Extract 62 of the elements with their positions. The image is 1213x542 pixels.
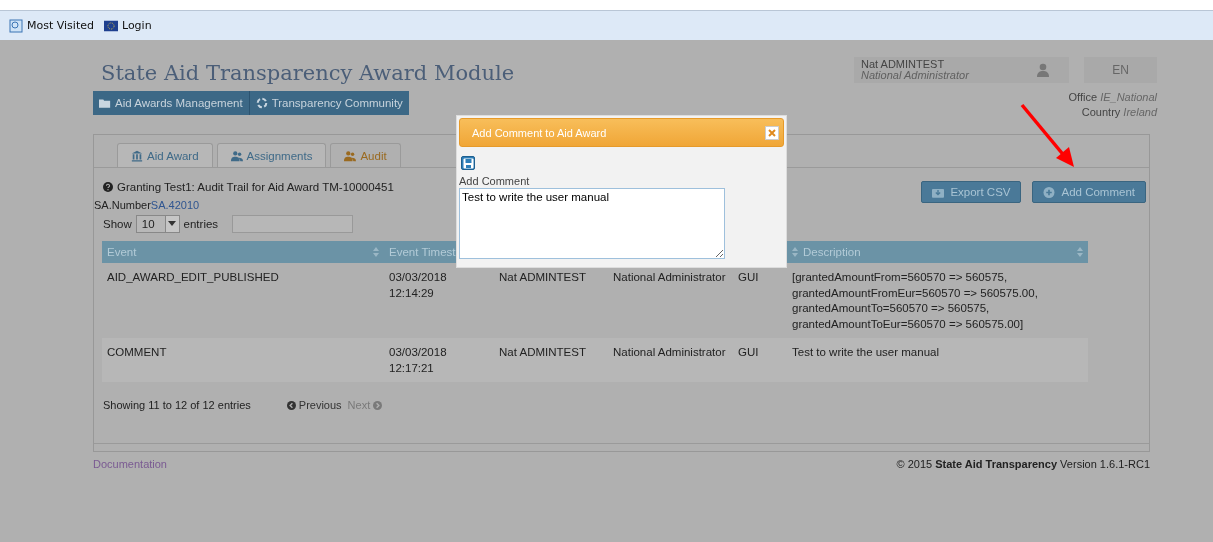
save-button[interactable] [461,156,475,170]
table-cell-text: Nat ADMINTEST [498,345,587,360]
table-cell-text: National Administrator [612,345,727,360]
table-cell-text: AID_AWARD_EDIT_PUBLISHED [106,270,280,285]
nav-link[interactable]: Transparency Community [249,91,409,115]
entries-info: Showing 11 to 12 of 12 entries [103,399,251,411]
field-label: Add Comment [459,175,530,187]
nav-link[interactable]: Aid Awards Management [93,91,250,115]
sort-icon[interactable] [373,247,379,257]
download-icon [932,186,945,198]
tab[interactable]: Assignments [216,143,327,167]
users-icon [230,149,243,162]
table-cell-text: 03/03/2018 12:14:29 [388,270,448,301]
bank-icon [131,149,143,162]
documentation-link[interactable]: Documentation [93,458,167,470]
tab[interactable]: Audit [330,143,401,167]
folder-icon [99,97,111,109]
close-button[interactable] [765,125,779,140]
table-cell-text: Nat ADMINTEST [498,270,587,285]
table-cell-text: National Administrator [612,270,727,285]
export-button[interactable]: Export CSV [921,181,1022,203]
sort-icon[interactable] [792,247,798,257]
pointer-arrow [1020,103,1076,169]
column-header[interactable]: Description [803,246,1072,258]
pager-link[interactable]: Previous [286,399,342,411]
ring-icon [255,97,268,109]
table-cell-text: [grantedAmountFrom=560570 => 560575, grantedAmountFromEur=560570 => 560575.00, grantedAmountTo=560570 => 560575, grantedAmountToEur=560570 => 560575.00] [791,270,1039,332]
table-cell-text: Test to write the user manual [791,345,940,360]
filter-field[interactable] [232,215,354,233]
audit-heading: Granting Test1: Audit Trail for Aid Award TM-10000451 [117,181,394,193]
table-cell-text: 03/03/2018 12:17:21 [388,345,448,376]
user-icon [1037,63,1049,77]
copyright-text: © 2015 State Aid Transparency Version 1.6.1-RC1 [896,458,1150,470]
chevron-left-icon [286,400,296,410]
office-info: Office IE_National [1068,90,1157,105]
page-icon [9,18,23,33]
add-comment-button[interactable]: Add Comment [1032,181,1146,203]
sa-number-link[interactable]: SA.42010 [150,198,200,211]
tab[interactable]: Aid Award [117,143,213,167]
bookmark[interactable]: Most Visited [9,18,94,33]
country-info: Country Ireland [1081,105,1157,120]
flag-icon [103,18,118,33]
plus-icon [1043,186,1056,198]
table-cell-text: GUI [737,345,760,360]
sa-number-label: SA.Number [94,198,151,211]
app-title: State Aid Transparency Award Module [101,61,515,85]
user-menu[interactable]: Nat ADMINTEST National Administrator [854,57,1069,83]
users-icon [344,149,357,162]
bookmark[interactable]: Login [103,18,152,33]
chevron-right-icon [373,400,383,410]
dialog-title: Add Comment to Aid Award [472,126,607,139]
help-icon [103,182,113,192]
language-button[interactable]: EN [1084,57,1157,83]
table-cell-text: COMMENT [106,345,168,360]
show-label: Show [103,218,132,230]
caret-icon [168,221,177,227]
comment-field[interactable]: Test to write the user manual [459,188,725,259]
entries-label: entries [183,218,219,230]
page-size-select[interactable]: 10 [135,215,180,233]
sort-icon[interactable] [1077,247,1083,257]
table-cell-text: GUI [737,270,760,285]
column-header[interactable]: Event [107,246,368,258]
